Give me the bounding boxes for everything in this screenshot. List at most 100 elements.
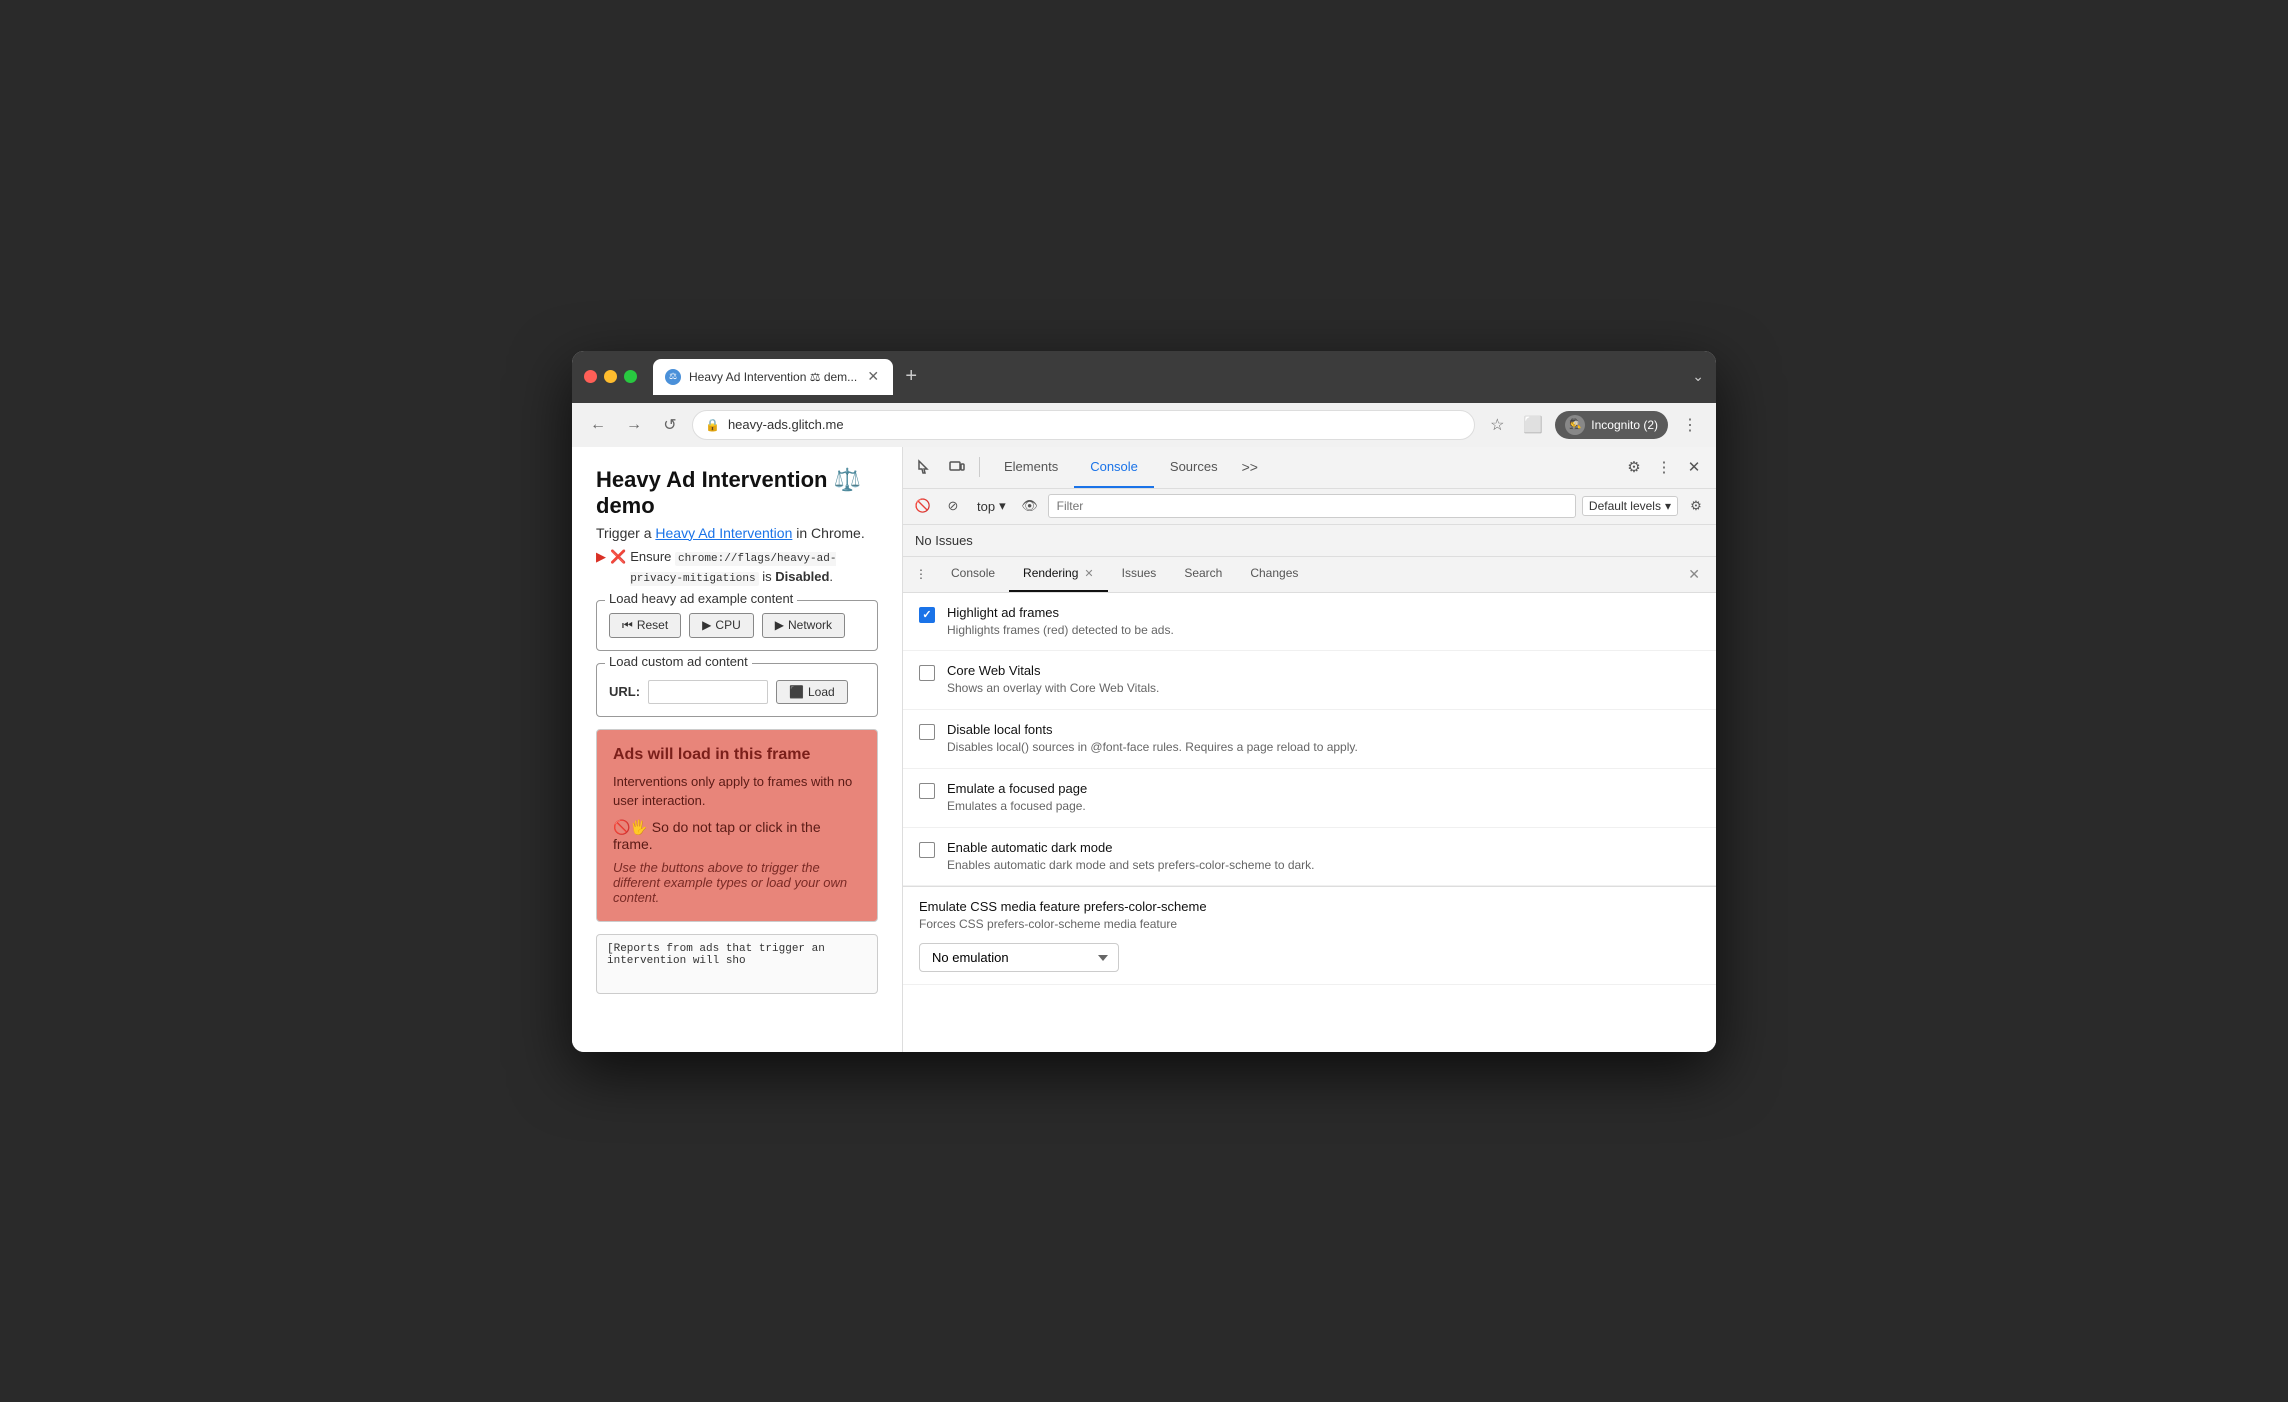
sub-tab-search[interactable]: Search: [1170, 556, 1236, 592]
emulate-focused-page-desc: Emulates a focused page.: [947, 798, 1700, 815]
reload-button[interactable]: ↺: [656, 411, 684, 439]
no-emulation-select[interactable]: No emulationprefers-color-scheme: lightp…: [919, 943, 1119, 972]
tab-console[interactable]: Console: [1074, 447, 1154, 489]
filter-input[interactable]: [1048, 494, 1576, 518]
tab-title: Heavy Ad Intervention ⚖ dem...: [689, 370, 857, 384]
reports-box: [Reports from ads that trigger an interv…: [596, 934, 878, 994]
devtools-main-tabs: Elements Console Sources >>: [988, 447, 1616, 489]
filter-toggle-button[interactable]: ⊘: [941, 494, 965, 518]
cpu-button[interactable]: ▶ CPU: [689, 613, 754, 638]
sub-tab-rendering[interactable]: Rendering ✕: [1009, 556, 1108, 592]
sub-tab-menu[interactable]: ⋮: [911, 564, 931, 584]
enable-dark-mode-item: Enable automatic dark mode Enables autom…: [903, 828, 1716, 887]
sub-tab-changes[interactable]: Changes: [1236, 556, 1312, 592]
more-tabs-button[interactable]: >>: [1234, 459, 1266, 475]
heavy-ad-link[interactable]: Heavy Ad Intervention: [655, 525, 792, 541]
enable-dark-mode-desc: Enables automatic dark mode and sets pre…: [947, 857, 1700, 874]
reset-button[interactable]: ⏮ Reset: [609, 613, 681, 638]
ad-frame-warning: 🚫🖐 So do not tap or click in the frame.: [613, 819, 861, 852]
tab-elements[interactable]: Elements: [988, 447, 1074, 489]
browser-window: ⚖ Heavy Ad Intervention ⚖ dem... ✕ + ⌄ ←…: [572, 351, 1716, 1052]
core-web-vitals-checkbox[interactable]: [919, 665, 935, 681]
console-toolbar: 🚫 ⊘ top ▾ 👁 Default levels ▾ ⚙: [903, 489, 1716, 525]
forward-button[interactable]: →: [620, 411, 648, 439]
rendering-tab-close[interactable]: ✕: [1084, 567, 1093, 580]
active-tab[interactable]: ⚖ Heavy Ad Intervention ⚖ dem... ✕: [653, 359, 893, 395]
page-title: Heavy Ad Intervention ⚖️ demo: [596, 467, 878, 519]
levels-arrow: ▾: [1665, 499, 1671, 513]
page-subtitle: Trigger a Heavy Ad Intervention in Chrom…: [596, 525, 878, 541]
devtools-close-button[interactable]: ✕: [1680, 453, 1708, 481]
url-field[interactable]: 🔒 heavy-ads.glitch.me: [692, 410, 1475, 440]
css-media-item: Emulate CSS media feature prefers-color-…: [903, 886, 1716, 985]
device-toolbar-button[interactable]: [943, 453, 971, 481]
maximize-button[interactable]: [624, 370, 637, 383]
flag-arrow: ▶: [596, 547, 606, 567]
disable-local-fonts-item: Disable local fonts Disables local() sou…: [903, 710, 1716, 769]
eye-icon-button[interactable]: 👁: [1018, 494, 1042, 518]
enable-dark-mode-checkbox[interactable]: [919, 842, 935, 858]
load-custom-section: Load custom ad content URL: ⬛ Load: [596, 663, 878, 717]
back-button[interactable]: ←: [584, 411, 612, 439]
core-web-vitals-title: Core Web Vitals: [947, 663, 1700, 678]
tab-list-chevron[interactable]: ⌄: [1692, 368, 1704, 385]
flag-note: ▶ ❌ Ensure chrome://flags/heavy-ad-priva…: [596, 547, 878, 588]
ad-frame-italic: Use the buttons above to trigger the dif…: [613, 860, 861, 905]
no-issues-text: No Issues: [915, 533, 973, 548]
url-row: URL: ⬛ Load: [609, 680, 865, 704]
incognito-icon: 🕵: [1565, 415, 1585, 435]
network-icon: ▶: [775, 618, 784, 632]
enable-dark-mode-text: Enable automatic dark mode Enables autom…: [947, 840, 1700, 874]
clear-console-button[interactable]: 🚫: [911, 494, 935, 518]
close-drawer-button[interactable]: ✕: [1680, 566, 1708, 583]
css-media-text: Emulate CSS media feature prefers-color-…: [919, 899, 1700, 972]
sub-tab-console[interactable]: Console: [937, 556, 1009, 592]
emulate-focused-page-text: Emulate a focused page Emulates a focuse…: [947, 781, 1700, 815]
network-button[interactable]: ▶ Network: [762, 613, 845, 638]
traffic-lights: [584, 370, 637, 383]
flag-disabled: Disabled: [775, 569, 829, 584]
load-button[interactable]: ⬛ Load: [776, 680, 848, 704]
title-bar: ⚖ Heavy Ad Intervention ⚖ dem... ✕ + ⌄: [572, 351, 1716, 403]
main-area: Heavy Ad Intervention ⚖️ demo Trigger a …: [572, 447, 1716, 1052]
tab-sources[interactable]: Sources: [1154, 447, 1234, 489]
console-settings-button[interactable]: ⚙: [1684, 494, 1708, 518]
ad-frame: Ads will load in this frame Intervention…: [596, 729, 878, 922]
highlight-ad-frames-checkbox[interactable]: [919, 607, 935, 623]
execution-context-dropdown[interactable]: top ▾: [971, 496, 1012, 516]
disable-local-fonts-title: Disable local fonts: [947, 722, 1700, 737]
tab-close-button[interactable]: ✕: [865, 369, 881, 385]
subtitle-text: Trigger a: [596, 525, 655, 541]
core-web-vitals-text: Core Web Vitals Shows an overlay with Co…: [947, 663, 1700, 697]
section2-legend: Load custom ad content: [605, 654, 752, 669]
no-issues-bar: No Issues: [903, 525, 1716, 557]
emulate-focused-page-title: Emulate a focused page: [947, 781, 1700, 796]
emulate-focused-page-item: Emulate a focused page Emulates a focuse…: [903, 769, 1716, 828]
close-button[interactable]: [584, 370, 597, 383]
core-web-vitals-desc: Shows an overlay with Core Web Vitals.: [947, 680, 1700, 697]
url-label: URL:: [609, 684, 640, 699]
chrome-menu-button[interactable]: ⋮: [1676, 411, 1704, 439]
incognito-indicator: 🕵 Incognito (2): [1555, 411, 1668, 439]
flag-x: ❌: [610, 547, 626, 567]
levels-label: Default levels: [1589, 499, 1661, 513]
cast-button[interactable]: ⬜: [1519, 411, 1547, 439]
emulate-focused-page-checkbox[interactable]: [919, 783, 935, 799]
custom-url-input[interactable]: [648, 680, 768, 704]
sub-tabs: ⋮ Console Rendering ✕ Issues Search Chan…: [903, 557, 1716, 593]
css-media-title: Emulate CSS media feature prefers-color-…: [919, 899, 1700, 914]
highlight-ad-frames-item: Highlight ad frames Highlights frames (r…: [903, 593, 1716, 652]
reset-icon: ⏮: [622, 618, 633, 633]
core-web-vitals-item: Core Web Vitals Shows an overlay with Co…: [903, 651, 1716, 710]
minimize-button[interactable]: [604, 370, 617, 383]
reports-text: [Reports from ads that trigger an interv…: [607, 943, 825, 967]
disable-local-fonts-checkbox[interactable]: [919, 724, 935, 740]
devtools-more-button[interactable]: ⋮: [1650, 453, 1678, 481]
devtools-panel: Elements Console Sources >> ⚙ ⋮ ✕: [902, 447, 1716, 1052]
sub-tab-issues[interactable]: Issues: [1108, 556, 1171, 592]
select-element-button[interactable]: [911, 453, 939, 481]
bookmark-button[interactable]: ☆: [1483, 411, 1511, 439]
devtools-settings-button[interactable]: ⚙: [1620, 453, 1648, 481]
new-tab-button[interactable]: +: [897, 363, 925, 391]
levels-dropdown[interactable]: Default levels ▾: [1582, 496, 1678, 516]
